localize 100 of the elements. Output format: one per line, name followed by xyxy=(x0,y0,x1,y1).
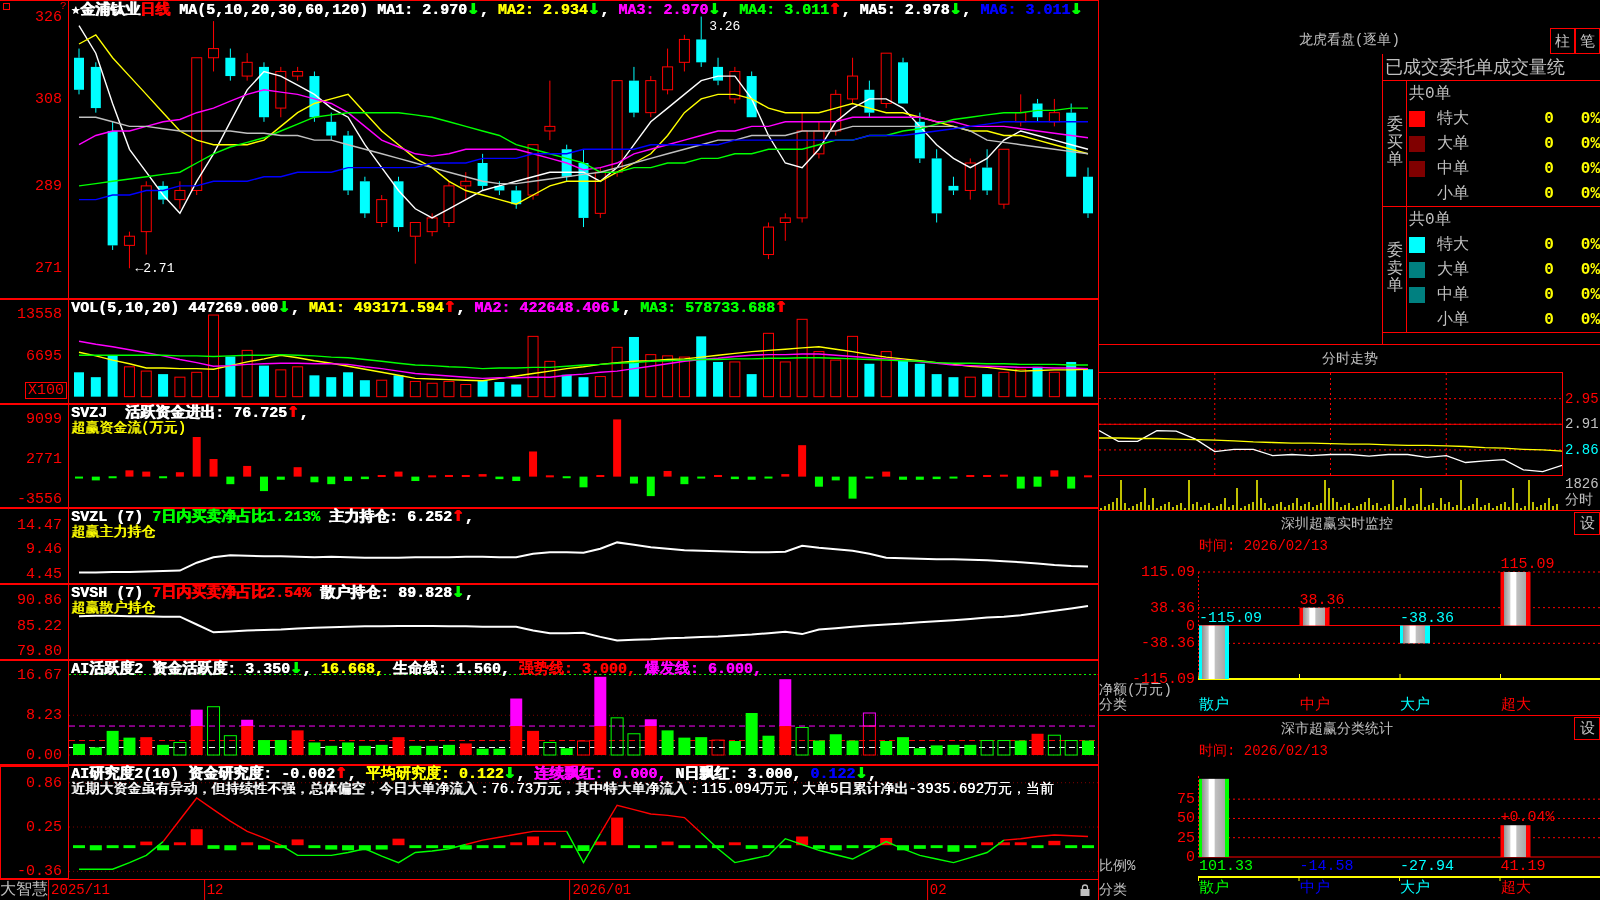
value-label: 115.09 xyxy=(1500,556,1555,573)
axis-tick-label: 9.46 xyxy=(26,542,62,557)
date-label: 02 xyxy=(926,880,947,900)
bar xyxy=(174,376,186,398)
bar xyxy=(173,741,187,756)
indicator-legend: SVZL (7) 7日内买卖净占比1.213% 主力持仓: 6.252↑, xyxy=(71,509,474,525)
bar xyxy=(627,733,641,756)
category-label: 超大 xyxy=(1499,698,1531,714)
square-icon xyxy=(3,3,10,10)
axis-tick-label: 90.86 xyxy=(17,592,62,608)
order-percent: 0% xyxy=(1580,285,1600,304)
bar xyxy=(393,375,404,397)
category-label: 散户 xyxy=(1198,881,1229,899)
bar xyxy=(696,336,707,397)
bar xyxy=(428,475,437,478)
bar xyxy=(562,476,571,479)
axis-tick-label: 85.22 xyxy=(17,618,62,634)
bar xyxy=(460,383,472,398)
order-count: 0 xyxy=(1544,310,1554,329)
view-toggle-button[interactable]: 笔 xyxy=(1575,28,1600,54)
bar xyxy=(561,374,572,397)
bar xyxy=(191,371,203,398)
category-label: 大户 xyxy=(1399,698,1430,714)
bar xyxy=(344,476,353,482)
bar xyxy=(678,737,691,756)
bar xyxy=(998,371,1010,398)
order-size-label: 中单 xyxy=(1437,285,1470,305)
bar xyxy=(577,845,590,852)
bar xyxy=(258,365,269,397)
bar xyxy=(276,476,285,480)
help-mark: ? xyxy=(60,1,67,12)
candlestick xyxy=(359,176,370,219)
group-label: 委买单 xyxy=(1386,117,1403,170)
bar xyxy=(930,745,943,756)
date-label: 2026/01 xyxy=(569,880,632,900)
axis-tick-label: 9099 xyxy=(26,411,62,427)
bar xyxy=(223,735,237,756)
bar xyxy=(914,363,925,397)
axis-tick-label: 79.80 xyxy=(17,643,62,659)
axis-tick-label: 25 xyxy=(1177,830,1195,846)
bar xyxy=(697,476,706,479)
section-title: 深圳超赢实时监控 xyxy=(1280,515,1393,532)
brand-label: 大智慧 xyxy=(0,881,48,900)
bar xyxy=(342,742,355,756)
bar xyxy=(207,845,220,849)
bar xyxy=(981,842,994,846)
bar xyxy=(913,748,926,756)
settings-button[interactable]: 设 xyxy=(1574,512,1600,535)
candlestick xyxy=(225,48,236,82)
timestamp-label: 时间: 2026/02/13 xyxy=(1199,743,1328,759)
bar xyxy=(409,745,422,756)
settings-button[interactable]: 设 xyxy=(1574,717,1600,740)
bar xyxy=(325,845,338,850)
bar xyxy=(695,737,708,756)
indicator-legend: AI活跃度2 资金活跃度: 3.350↓, 16.668, 生命线: 1.560, 强势线: 3.000, 爆发线: 6.000, xyxy=(71,661,762,677)
bar xyxy=(192,437,201,477)
bar xyxy=(257,845,270,850)
bar xyxy=(1083,369,1093,397)
bar xyxy=(982,374,993,397)
bar xyxy=(644,845,657,849)
order-percent: 0% xyxy=(1580,260,1600,279)
bar xyxy=(107,355,118,397)
bar xyxy=(847,335,859,398)
bar xyxy=(813,351,825,398)
bar xyxy=(745,713,758,756)
view-toggle-button[interactable]: 柱 xyxy=(1550,28,1575,54)
axis-tick-label: 16.67 xyxy=(17,667,62,682)
bar xyxy=(73,845,85,849)
axis-tick-label: 75 xyxy=(1177,791,1195,807)
axis-tick-label: 308 xyxy=(35,91,62,107)
bar xyxy=(980,740,994,756)
indicator-caption: 超赢散户持仓 xyxy=(71,601,156,616)
lock-icon[interactable] xyxy=(1080,884,1090,896)
axis-tick-label: 2.91 xyxy=(1565,417,1599,432)
bar xyxy=(678,356,690,398)
bar xyxy=(781,474,790,477)
bar xyxy=(173,842,186,846)
order-percent: 0% xyxy=(1580,134,1600,153)
axis-tick-label: 8.23 xyxy=(26,707,62,723)
bar xyxy=(308,845,321,849)
bar xyxy=(326,377,337,397)
bar xyxy=(545,475,554,478)
bar xyxy=(291,839,304,846)
bar xyxy=(796,318,808,398)
bar xyxy=(729,361,741,398)
bar xyxy=(610,717,624,756)
bar xyxy=(1084,475,1092,478)
bar xyxy=(678,845,691,849)
bar xyxy=(880,741,893,756)
bar xyxy=(1048,371,1060,398)
axis-tick-label: 38.36 xyxy=(1150,600,1195,616)
indicator-legend: ★金浦钛业日线 MA(5,10,20,30,60,120) MA1: 2.970↓, MA2: 2.934↓, MA3: 2.970↓, MA4: 3.011↑, MA5: 2.978↓, MA6: 3.011↓ xyxy=(71,2,1083,18)
axis-tick-label: 2771 xyxy=(26,451,62,467)
bar xyxy=(157,744,170,756)
bar xyxy=(543,842,556,846)
bar xyxy=(1050,470,1059,477)
order-count: 0 xyxy=(1544,260,1554,279)
candlestick xyxy=(544,80,556,141)
axis-tick-label: 0 xyxy=(1186,618,1195,633)
axis-tick-label: 13558 xyxy=(17,306,62,322)
